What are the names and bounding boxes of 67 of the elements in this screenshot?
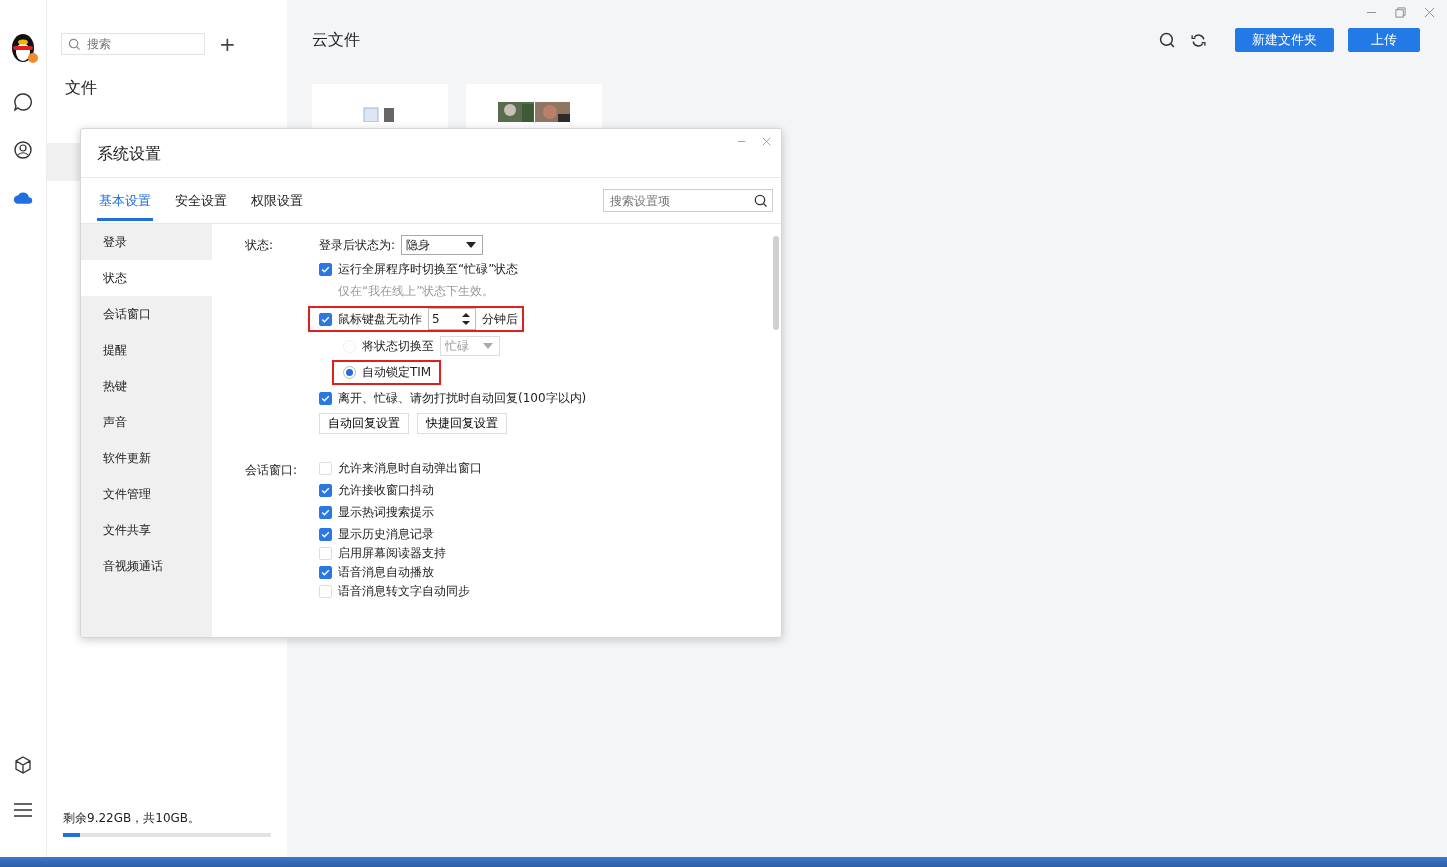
option-label: 允许来消息时自动弹出窗口 bbox=[338, 460, 482, 477]
checkbox[interactable] bbox=[319, 263, 332, 276]
refresh-icon[interactable] bbox=[1190, 31, 1207, 49]
checkbox[interactable] bbox=[319, 566, 332, 579]
option-label: 语音消息转文字自动同步 bbox=[338, 583, 470, 600]
settings-nav-item[interactable]: 提醒 bbox=[81, 332, 212, 368]
search-icon[interactable] bbox=[754, 193, 768, 208]
settings-button[interactable]: 快捷回复设置 bbox=[417, 412, 507, 434]
add-button[interactable]: + bbox=[215, 32, 240, 56]
section-label: 会话窗口: bbox=[245, 462, 299, 479]
checkbox[interactable] bbox=[319, 312, 332, 326]
option-label: 分钟后 bbox=[482, 310, 518, 328]
close-icon[interactable] bbox=[762, 137, 771, 146]
scrollbar[interactable] bbox=[773, 236, 779, 330]
settings-nav-item[interactable]: 会话窗口 bbox=[81, 296, 212, 332]
spinner-arrows-icon[interactable] bbox=[462, 313, 470, 325]
panel-heading: 文件 bbox=[64, 77, 98, 99]
settings-button[interactable]: 自动回复设置 bbox=[319, 412, 409, 434]
page-title: 云文件 bbox=[312, 29, 360, 51]
settings-nav-item[interactable]: 文件管理 bbox=[81, 476, 212, 512]
settings-nav-item[interactable]: 文件共享 bbox=[81, 512, 212, 548]
settings-nav-item[interactable]: 状态 bbox=[81, 260, 212, 296]
chat-bubble-icon[interactable] bbox=[13, 92, 33, 112]
search-icon bbox=[68, 37, 81, 51]
option-label: 显示热词搜索提示 bbox=[338, 504, 434, 521]
settings-nav-item[interactable]: 软件更新 bbox=[81, 440, 212, 476]
restore-icon[interactable] bbox=[1395, 7, 1406, 18]
menu-icon[interactable] bbox=[13, 803, 33, 817]
option-label: 鼠标键盘无动作 bbox=[338, 310, 422, 328]
option-label: 自动锁定TIM bbox=[362, 364, 432, 381]
option-label: 将状态切换至 bbox=[362, 337, 434, 355]
settings-search-field[interactable]: 搜索设置项 bbox=[603, 189, 773, 212]
storage-text: 剩余9.22GB，共10GB。 bbox=[63, 810, 202, 827]
contact-icon[interactable] bbox=[13, 140, 33, 160]
option-label: 登录后状态为: bbox=[319, 236, 396, 254]
settings-nav-item[interactable]: 声音 bbox=[81, 404, 212, 440]
settings-nav-item[interactable]: 音视频通话 bbox=[81, 548, 212, 584]
close-icon[interactable] bbox=[1424, 7, 1435, 18]
section-label: 状态: bbox=[245, 237, 275, 254]
checkbox[interactable] bbox=[319, 528, 332, 541]
status-dropdown[interactable]: 隐身 bbox=[401, 235, 484, 255]
option-label: 显示历史消息记录 bbox=[338, 526, 434, 543]
cube-icon[interactable] bbox=[13, 755, 33, 775]
option-label: 离开、忙碌、请勿打扰时自动回复(100字以内) bbox=[338, 390, 587, 407]
primary-button[interactable]: 上传 bbox=[1348, 28, 1420, 52]
option-label: 允许接收窗口抖动 bbox=[338, 482, 434, 499]
settings-tab[interactable]: 安全设置 bbox=[173, 180, 229, 221]
search-icon[interactable] bbox=[1159, 31, 1176, 49]
option-label: 启用屏幕阅读器支持 bbox=[338, 545, 446, 562]
caret-icon bbox=[466, 242, 477, 248]
search-input[interactable]: 搜索 bbox=[85, 36, 189, 52]
search-field[interactable]: 搜索 bbox=[61, 33, 205, 55]
option-label: 语音消息自动播放 bbox=[338, 564, 434, 581]
checkbox[interactable] bbox=[319, 506, 332, 519]
option-label: 运行全屏程序时切换至“忙碌”状态 bbox=[338, 261, 519, 278]
caret-icon bbox=[483, 343, 493, 349]
minutes-spinner[interactable]: 5 bbox=[428, 308, 476, 330]
settings-tab[interactable]: 基本设置 bbox=[97, 180, 153, 221]
hint-text: 仅在“我在线上”状态下生效。 bbox=[337, 283, 496, 300]
settings-tab[interactable]: 权限设置 bbox=[249, 180, 305, 221]
settings-nav-item[interactable]: 登录 bbox=[81, 224, 212, 260]
checkbox[interactable] bbox=[319, 484, 332, 497]
search-input[interactable]: 搜索设置项 bbox=[610, 191, 740, 210]
primary-button[interactable]: 新建文件夹 bbox=[1235, 28, 1334, 52]
settings-nav-item[interactable]: 热键 bbox=[81, 368, 212, 404]
dialog-title: 系统设置 bbox=[97, 144, 162, 165]
checkbox[interactable] bbox=[319, 392, 332, 405]
